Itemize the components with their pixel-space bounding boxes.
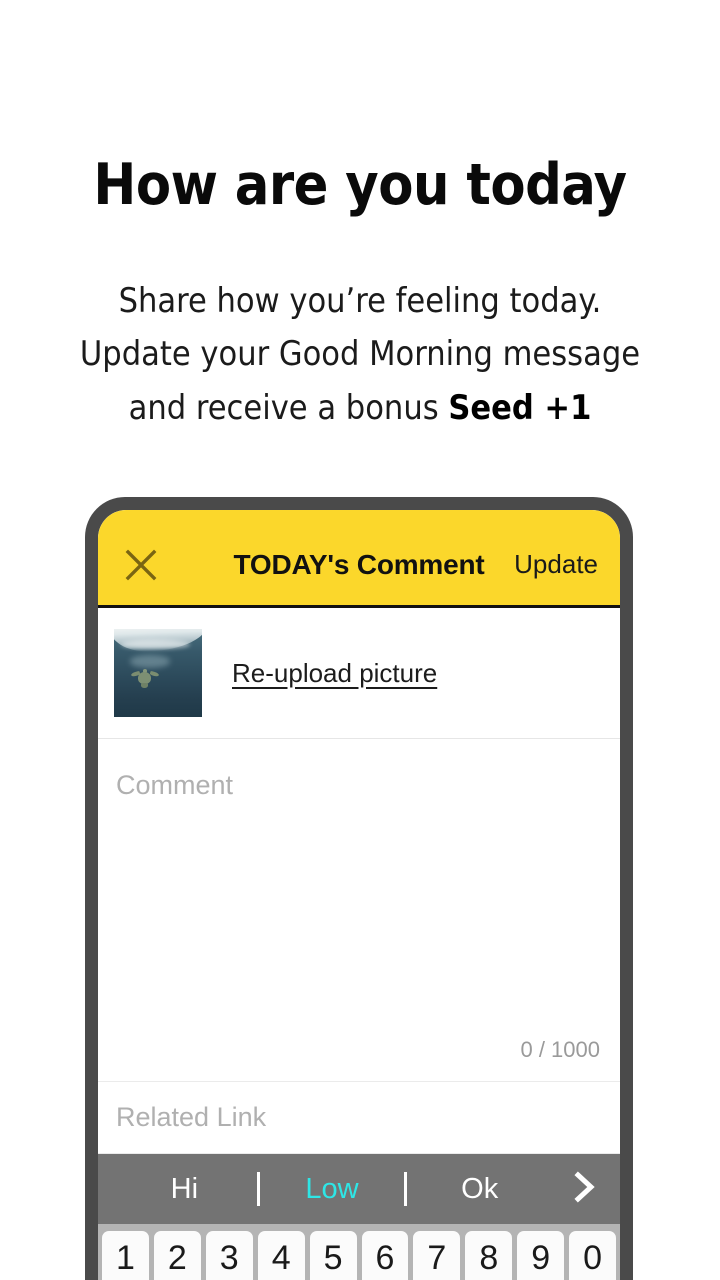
picture-row: Re-upload picture — [98, 608, 620, 739]
comment-placeholder: Comment — [116, 770, 234, 800]
promo-subtitle-line-2: Update your Good Morning message — [79, 334, 641, 375]
suggestion-bar: Hi Low Ok — [98, 1154, 620, 1224]
key-1[interactable]: 1 — [102, 1231, 149, 1280]
promo-copy: How are you today Share how you’re feeli… — [0, 0, 720, 436]
promo-subtitle: Share how you’re feeling today. Update y… — [0, 275, 720, 436]
suggestion-item-low[interactable]: Low — [260, 1173, 405, 1206]
picture-thumbnail[interactable] — [114, 629, 202, 717]
key-4[interactable]: 4 — [257, 1231, 305, 1280]
page-title: How are you today — [93, 152, 627, 218]
update-button[interactable]: Update — [514, 549, 598, 580]
key-0[interactable]: 0 — [569, 1231, 617, 1280]
character-counter: 0 / 1000 — [520, 1037, 600, 1062]
water-foam — [121, 639, 190, 650]
chevron-right-icon — [569, 1170, 599, 1209]
close-x-icon — [124, 548, 158, 582]
promo-screen: How are you today Share how you’re feeli… — [0, 0, 720, 1280]
keyboard-number-row: 1 2 3 4 5 6 7 8 9 0 — [102, 1231, 617, 1280]
key-6[interactable]: 6 — [361, 1231, 409, 1280]
app-bar: TODAY's Comment Update — [98, 510, 620, 608]
promo-subtitle-line-3-text: and receive a bonus — [128, 387, 449, 428]
comment-input[interactable]: Comment 0 / 1000 — [98, 739, 620, 1082]
bonus-seed-label: Seed +1 — [448, 387, 592, 428]
key-9[interactable]: 9 — [517, 1231, 565, 1280]
related-link-placeholder: Related Link — [116, 1102, 267, 1132]
promo-subtitle-line-1: Share how you’re feeling today. — [118, 280, 602, 321]
suggestion-more-button[interactable] — [552, 1170, 616, 1209]
suggestion-item-ok[interactable]: Ok — [407, 1173, 552, 1206]
phone-screen: TODAY's Comment Update Re-upload picture… — [98, 510, 620, 1280]
on-screen-keyboard: 1 2 3 4 5 6 7 8 9 0 — [98, 1224, 620, 1280]
phone-mockup: TODAY's Comment Update Re-upload picture… — [85, 497, 633, 1280]
key-5[interactable]: 5 — [309, 1231, 357, 1280]
reupload-picture-link[interactable]: Re-upload picture — [232, 658, 437, 689]
key-8[interactable]: 8 — [465, 1231, 513, 1280]
related-link-input[interactable]: Related Link — [98, 1082, 620, 1154]
key-2[interactable]: 2 — [153, 1231, 201, 1280]
key-3[interactable]: 3 — [205, 1231, 253, 1280]
promo-subtitle-line-3: and receive a bonus Seed +1 — [0, 382, 720, 436]
suggestion-item-hi[interactable]: Hi — [112, 1173, 257, 1206]
key-7[interactable]: 7 — [413, 1231, 461, 1280]
sea-turtle-icon — [130, 668, 159, 688]
water-glow — [129, 655, 171, 668]
close-button[interactable] — [120, 544, 162, 586]
